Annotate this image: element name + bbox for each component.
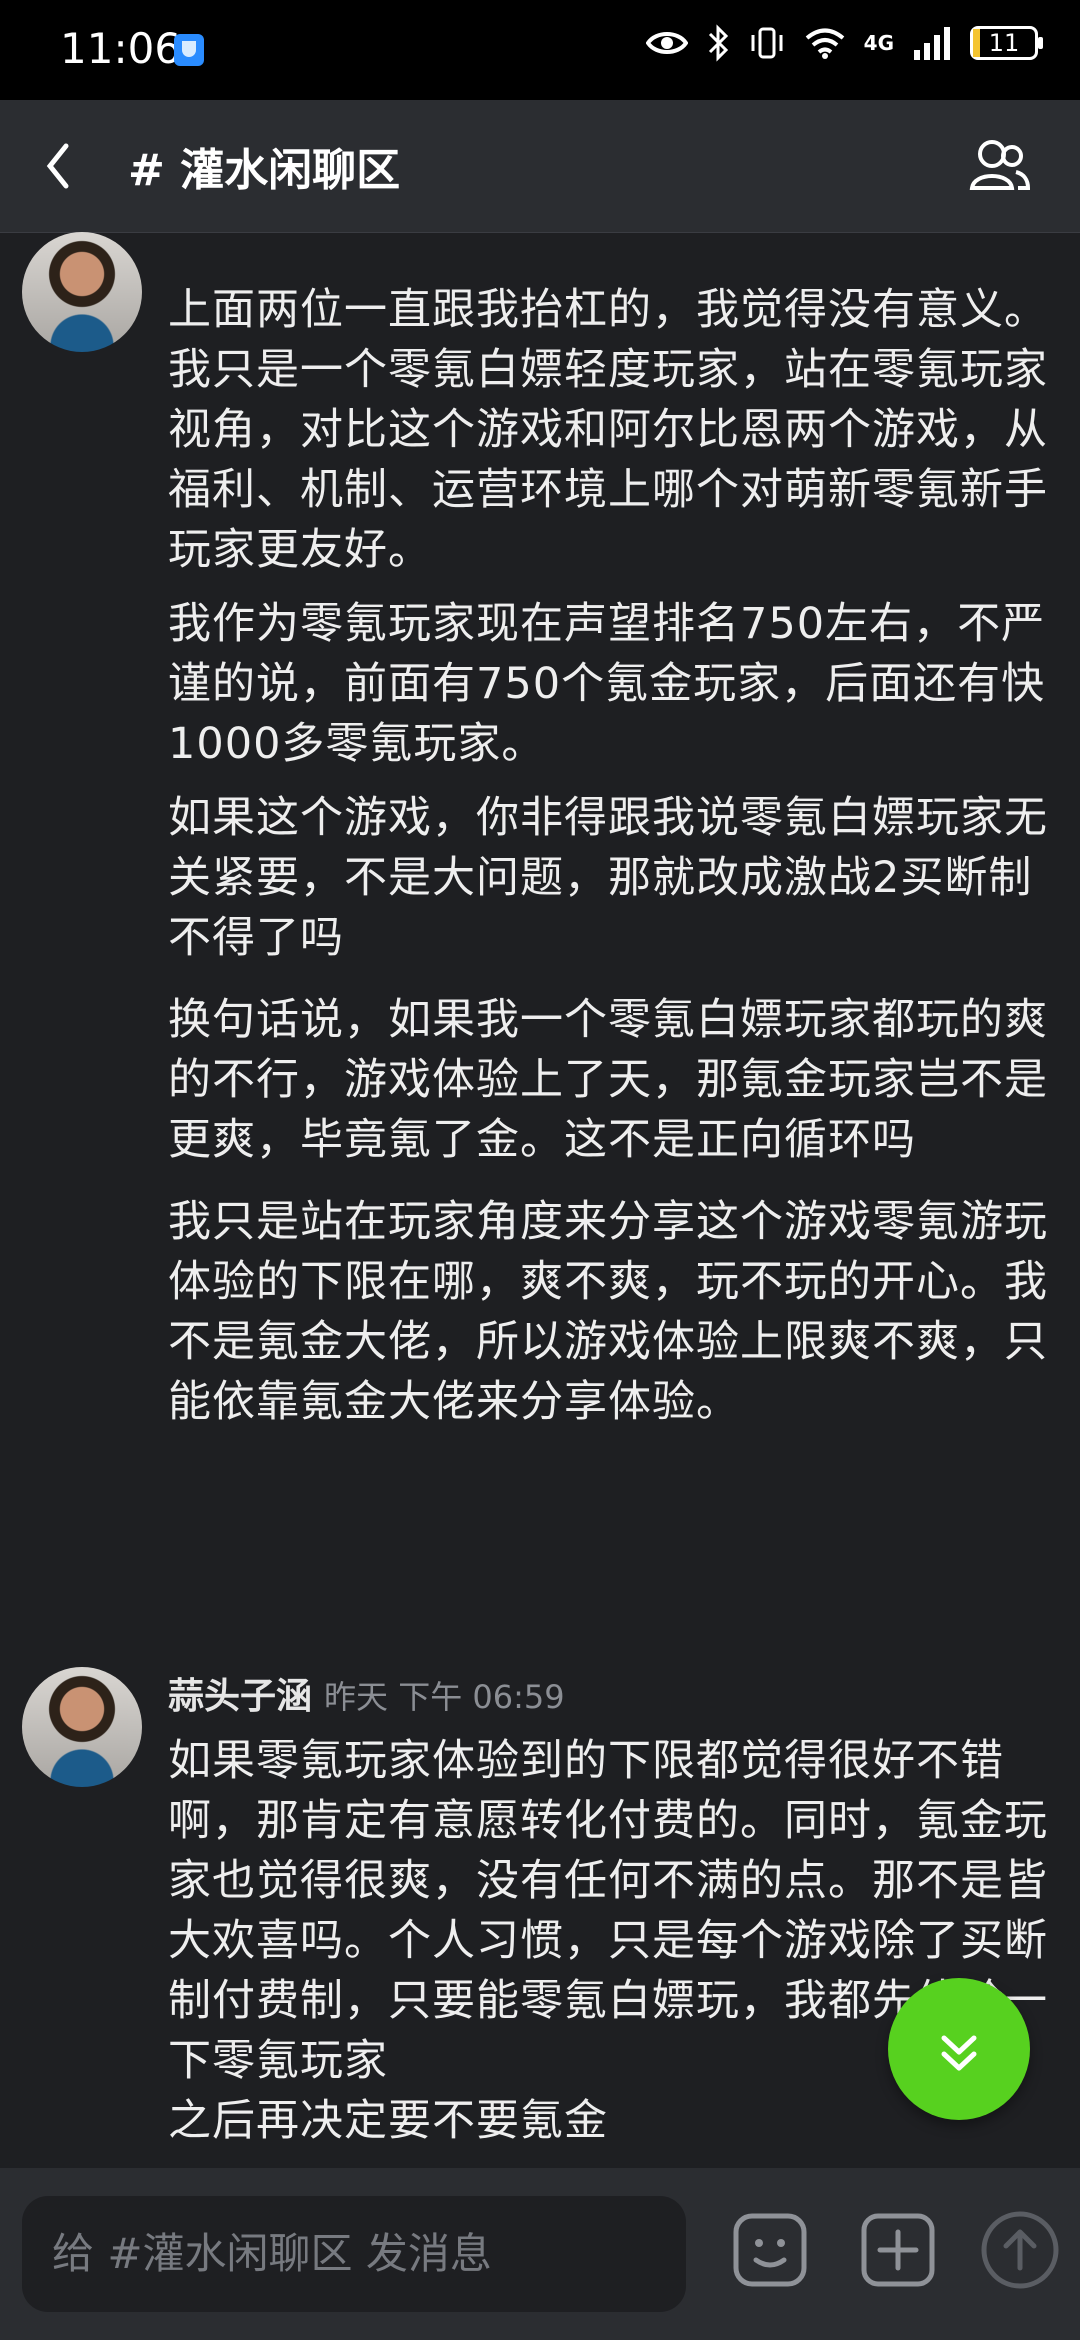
author-name[interactable]: 蒜头子涵 [168,232,312,238]
signal-icon [914,27,950,60]
avatar[interactable] [22,1667,142,1787]
message-paragraph: 换句话说，如果我一个零氪白嫖玩家都玩的爽的不行，游戏体验上了天，那氪金玩家岂不是… [168,995,1048,1165]
vibrate-icon [751,27,783,59]
battery-icon: 11 [970,26,1043,60]
message-composer: 给 #灌水闲聊区 发消息 [0,2168,1080,2340]
message-paragraph: 我只是站在玩家角度来分享这个游戏零氪游玩体验的下限在哪，爽不爽，玩不玩的开心。我… [168,1197,1048,1427]
plus-icon[interactable] [856,2208,940,2292]
author-name[interactable]: 蒜头子涵 [168,1667,312,1719]
bluetooth-icon [708,24,728,62]
members-icon[interactable] [968,136,1032,196]
message-timestamp: 昨天 下午 06:59 [324,232,565,237]
channel-header: # 灌水闲聊区 [0,100,1080,233]
message-header: 蒜头子涵 昨天 下午 06:59 [168,232,565,238]
message-input[interactable]: 给 #灌水闲聊区 发消息 [22,2196,686,2312]
message-timestamp: 昨天 下午 06:59 [324,1678,565,1716]
message-paragraph: 如果这个游戏，你非得跟我说零氪白嫖玩家无关紧要，不是大问题，那就改成激战2买断制… [168,793,1048,963]
security-shield-icon [174,34,204,66]
wifi-icon [805,28,844,59]
message-header: 蒜头子涵 昨天 下午 06:59 [168,1667,565,1719]
emoji-icon[interactable] [728,2208,812,2292]
message-paragraph: 上面两位一直跟我抬杠的，我觉得没有意义。我只是一个零氪白嫖轻度玩家，站在零氪玩家… [168,285,1048,575]
chevron-double-down-icon [941,2035,977,2071]
network-type: 4G [863,31,894,55]
arrow-up-icon[interactable] [978,2208,1062,2292]
status-icons: 4G 11 [645,24,1043,62]
message-body: 上面两位一直跟我抬杠的，我觉得没有意义。我只是一个零氪白嫖轻度玩家，站在零氪玩家… [168,280,1048,1446]
battery-level: 11 [988,29,1020,57]
status-time: 11:06 [60,24,182,73]
eye-icon [645,32,688,54]
message-paragraph: 我作为零氪玩家现在声望排名750左右，不严谨的说，前面有750个氪金玩家，后面还… [168,599,1046,769]
message-list[interactable]: 蒜头子涵 昨天 下午 06:59 上面两位一直跟我抬杠的，我觉得没有意义。我只是… [0,232,1080,2167]
status-bar: 11:06 4G 11 [0,0,1080,100]
avatar[interactable] [22,232,142,352]
chevron-left-icon[interactable] [38,138,78,194]
channel-title: # 灌水闲聊区 [128,145,401,196]
scroll-to-bottom-button[interactable] [888,1978,1030,2120]
